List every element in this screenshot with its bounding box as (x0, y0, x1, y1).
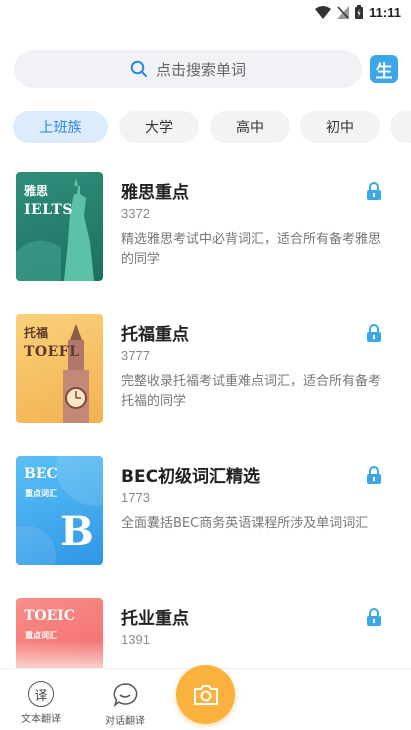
camera-icon (193, 684, 218, 705)
cover-letter: B (60, 508, 94, 555)
translate-icon-char: 译 (34, 688, 48, 704)
status-icons: 11:11 (315, 4, 401, 20)
nav-label: 文本翻译 (21, 714, 61, 725)
word-book-label: 生 (375, 61, 393, 82)
cover-title: 雅思 (24, 184, 49, 198)
lock-icon (367, 324, 381, 342)
nav-text-translate[interactable]: 译 文本翻译 (6, 681, 76, 725)
word-count: 3777 (121, 348, 150, 363)
status-time: 11:11 (369, 4, 401, 20)
book-description: 完整收录托福考试重难点词汇，适合所有备考托福的同学 (121, 374, 382, 409)
no-signal-icon (337, 5, 350, 19)
tab-college[interactable]: 大学 (119, 111, 199, 143)
lock-icon (367, 182, 381, 200)
cover-subtitle: TOEFL (24, 344, 80, 360)
chat-bubble-icon (113, 683, 138, 707)
toefl-cover: 托福 TOEFL (16, 314, 103, 423)
bec-cover: BEC 重点词汇 B (16, 456, 103, 565)
camera-translate-button[interactable] (176, 665, 235, 724)
search-bar[interactable]: 点击搜索单词 (14, 50, 362, 88)
cover-title: TOEIC (24, 608, 75, 624)
ielts-cover: 雅思 IELTS (16, 172, 103, 281)
book-item-toefl[interactable]: 托福 TOEFL 托福重点 3777 完整收录托福考试重难点词汇，适合所有备考托… (0, 314, 411, 426)
tab-office-worker[interactable]: 上班族 (13, 111, 108, 143)
status-bar: 11:11 (0, 0, 411, 26)
book-title: 托业重点 (121, 609, 189, 629)
book-description: 全面囊括BEC商务英语课程所涉及单词词汇 (121, 516, 369, 531)
word-book-button[interactable]: 生 (370, 55, 398, 83)
cover-title: BEC (24, 466, 58, 482)
tab-more[interactable] (390, 111, 411, 143)
word-count: 3372 (121, 206, 150, 221)
wifi-icon (315, 5, 332, 19)
word-count: 1773 (121, 490, 150, 505)
lock-icon (367, 466, 381, 484)
book-title: 雅思重点 (121, 183, 189, 203)
tab-junior-high[interactable]: 初中 (300, 111, 380, 143)
cover-subtitle: 重点词汇 (25, 489, 57, 498)
tab-high-school[interactable]: 高中 (210, 111, 290, 143)
book-item-bec[interactable]: BEC 重点词汇 B BEC初级词汇精选 1773 全面囊括BEC商务英语课程所… (0, 456, 411, 568)
search-placeholder: 点击搜索单词 (155, 60, 246, 79)
nav-label: 对话翻译 (105, 716, 145, 727)
book-title: BEC初级词汇精选 (121, 467, 261, 487)
translate-icon: 译 (28, 681, 54, 707)
battery-icon (355, 5, 364, 19)
category-tabs: 上班族 大学 高中 初中 (13, 111, 411, 143)
lock-icon (367, 608, 381, 626)
cover-title: 托福 (24, 326, 49, 340)
book-item-ielts[interactable]: 雅思 IELTS 雅思重点 3372 精选雅思考试中必背词汇，适合所有备考雅思的… (0, 172, 411, 284)
cover-subtitle: IELTS (24, 202, 73, 218)
book-description: 精选雅思考试中必背词汇，适合所有备考雅思的同学 (121, 232, 382, 267)
book-title: 托福重点 (121, 325, 189, 345)
search-icon (130, 60, 147, 77)
nav-dialog-translate[interactable]: 对话翻译 (90, 681, 160, 727)
